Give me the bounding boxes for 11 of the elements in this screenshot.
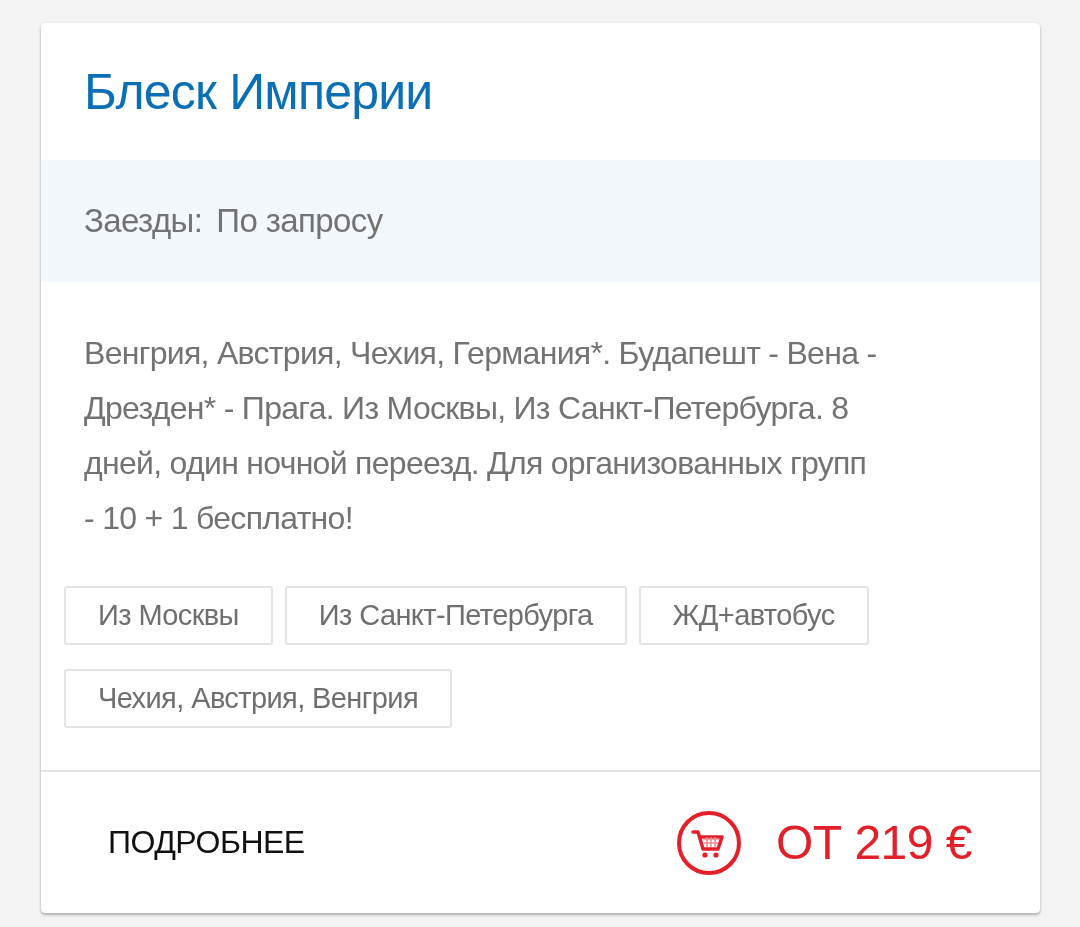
tour-title: Блеск Империи [84,62,433,121]
tour-tag: Из Санкт-Петербурга [284,586,627,645]
price-text: ОТ 219 € [775,815,972,870]
cart-icon[interactable] [675,809,742,876]
tour-tag: Чехия, Австрия, Венгрия [64,669,452,728]
schedule-label: Заезды: [84,202,203,240]
schedule-value: По запросу [216,202,383,240]
tour-description: Венгрия, Австрия, Чехия, Германия*. Будапешт - Вена - Дрезден* - Прага. Из Москвы, Из Санкт-Петербурга. 8 дней, один ночной переезд. Для организованных групп - 10 + 1 бесплатно! [84,334,878,538]
details-link[interactable]: ПОДРОБНЕЕ [108,824,305,861]
tour-tag: Из Москвы [64,586,273,645]
tour-tag: ЖД+автобус [638,586,869,645]
